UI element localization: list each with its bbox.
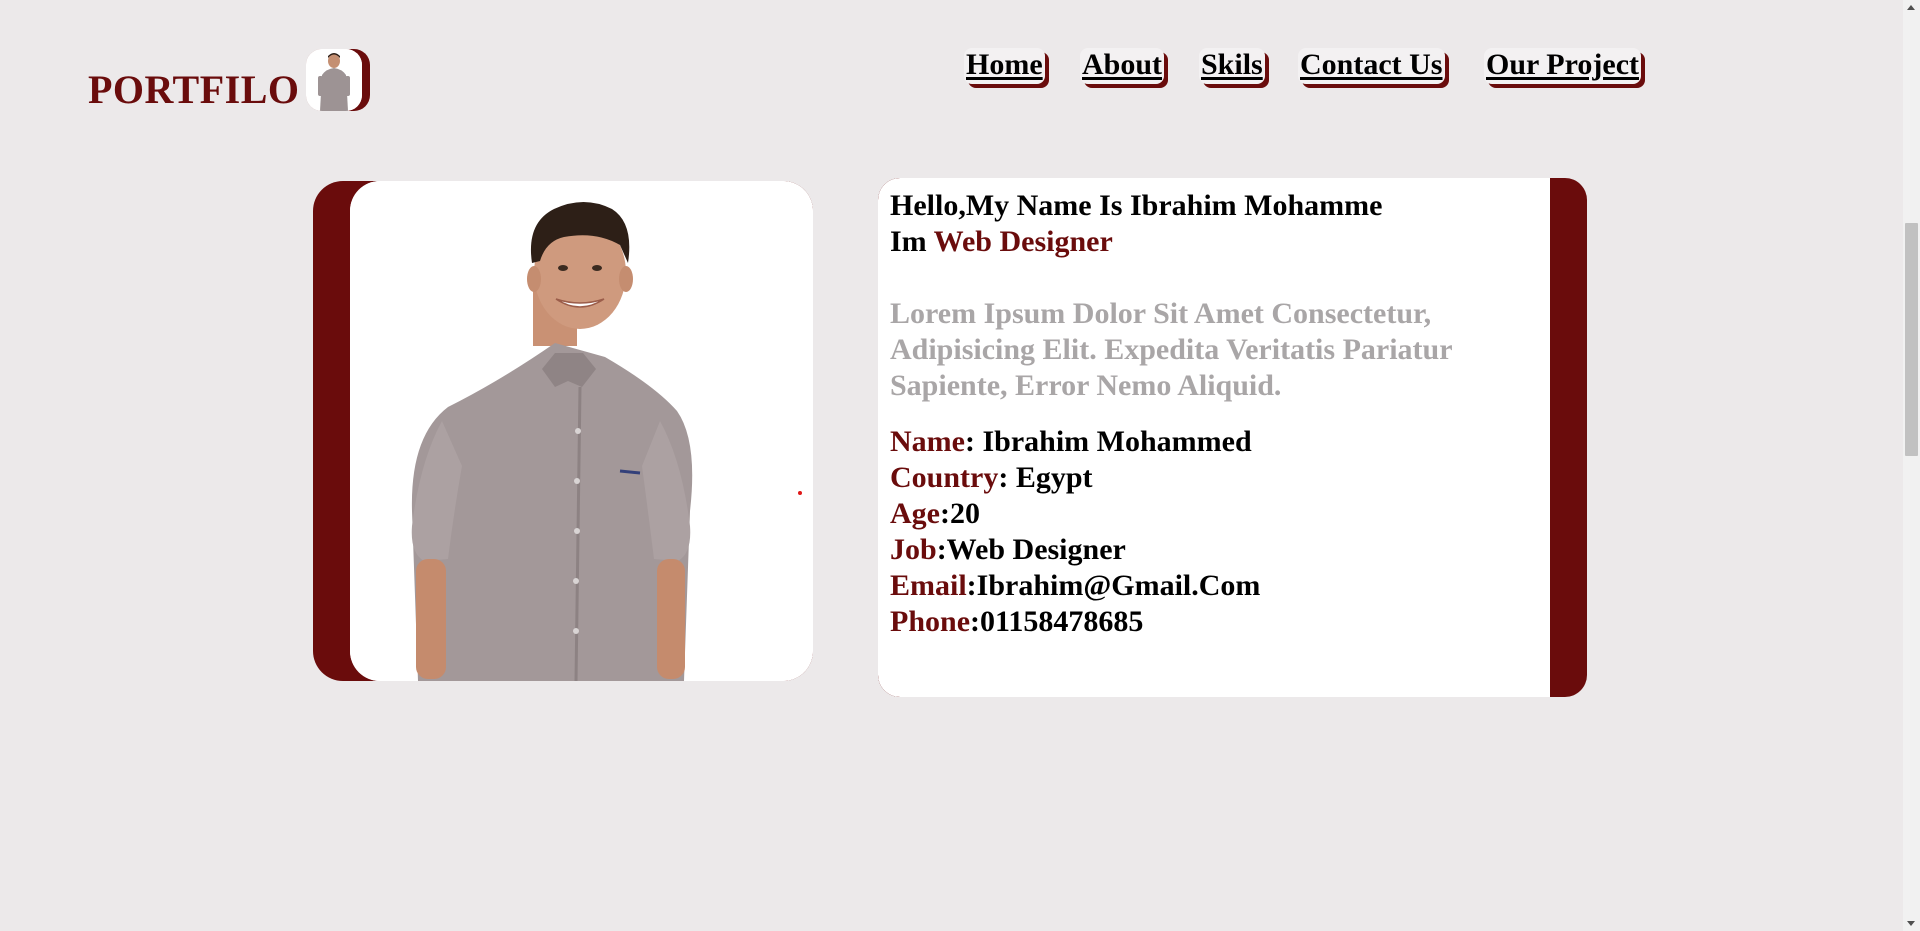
decorative-dot (798, 491, 802, 495)
detail-row-email: Email:Ibrahim@Gmail.Com (890, 568, 1490, 604)
profile-photo-card (313, 181, 813, 681)
nav-home[interactable]: Home (964, 48, 1045, 84)
greeting-line: Hello,My Name Is Ibrahim Mohamme (890, 189, 1383, 222)
nav-about[interactable]: About (1080, 48, 1165, 84)
detail-row-name: Name: Ibrahim Mohammed (890, 424, 1490, 460)
avatar-person-icon (306, 49, 362, 111)
page-scrollbar[interactable] (1903, 0, 1920, 931)
detail-value: :01158478685 (970, 605, 1144, 638)
role-prefix: Im (890, 225, 934, 258)
detail-row-phone: Phone:01158478685 (890, 604, 1490, 640)
detail-row-job: Job:Web Designer (890, 532, 1490, 568)
detail-row-country: Country: Egypt (890, 460, 1490, 496)
details-list: Name: Ibrahim Mohammed Country: Egypt Ag… (890, 424, 1490, 640)
detail-value: :Ibrahim@Gmail.Com (966, 569, 1261, 602)
detail-label: Email (890, 569, 967, 602)
chevron-up-icon[interactable] (1907, 5, 1915, 10)
detail-label: Country (890, 461, 999, 494)
detail-row-age: Age:20 (890, 496, 1490, 532)
logo-avatar (306, 49, 370, 111)
detail-value: : Ibrahim Mohammed (964, 425, 1252, 458)
site-logo[interactable]: PORTFILO (88, 66, 300, 113)
intro-paragraph: Lorem Ipsum Dolor Sit Amet Consectetur, … (890, 297, 1452, 402)
nav-contact-us[interactable]: Contact Us (1298, 48, 1445, 84)
detail-label: Name (890, 425, 965, 458)
role-title: Web Designer (933, 225, 1113, 258)
scrollbar-thumb[interactable] (1905, 223, 1918, 456)
about-text: Hello,My Name Is Ibrahim Mohamme Im Web … (890, 188, 1490, 640)
detail-label: Job (890, 533, 937, 566)
detail-value: :Web Designer (936, 533, 1126, 566)
detail-label: Age (890, 497, 940, 530)
profile-photo (350, 181, 813, 681)
detail-label: Phone (890, 605, 971, 638)
nav-skills[interactable]: Skils (1199, 48, 1265, 84)
detail-value: :20 (939, 497, 980, 530)
detail-value: : Egypt (998, 461, 1093, 494)
about-info-card: Hello,My Name Is Ibrahim Mohamme Im Web … (878, 178, 1587, 697)
nav-our-project[interactable]: Our Project (1484, 48, 1642, 84)
role-line: Im Web Designer (890, 224, 1490, 260)
chevron-down-icon[interactable] (1907, 921, 1915, 926)
